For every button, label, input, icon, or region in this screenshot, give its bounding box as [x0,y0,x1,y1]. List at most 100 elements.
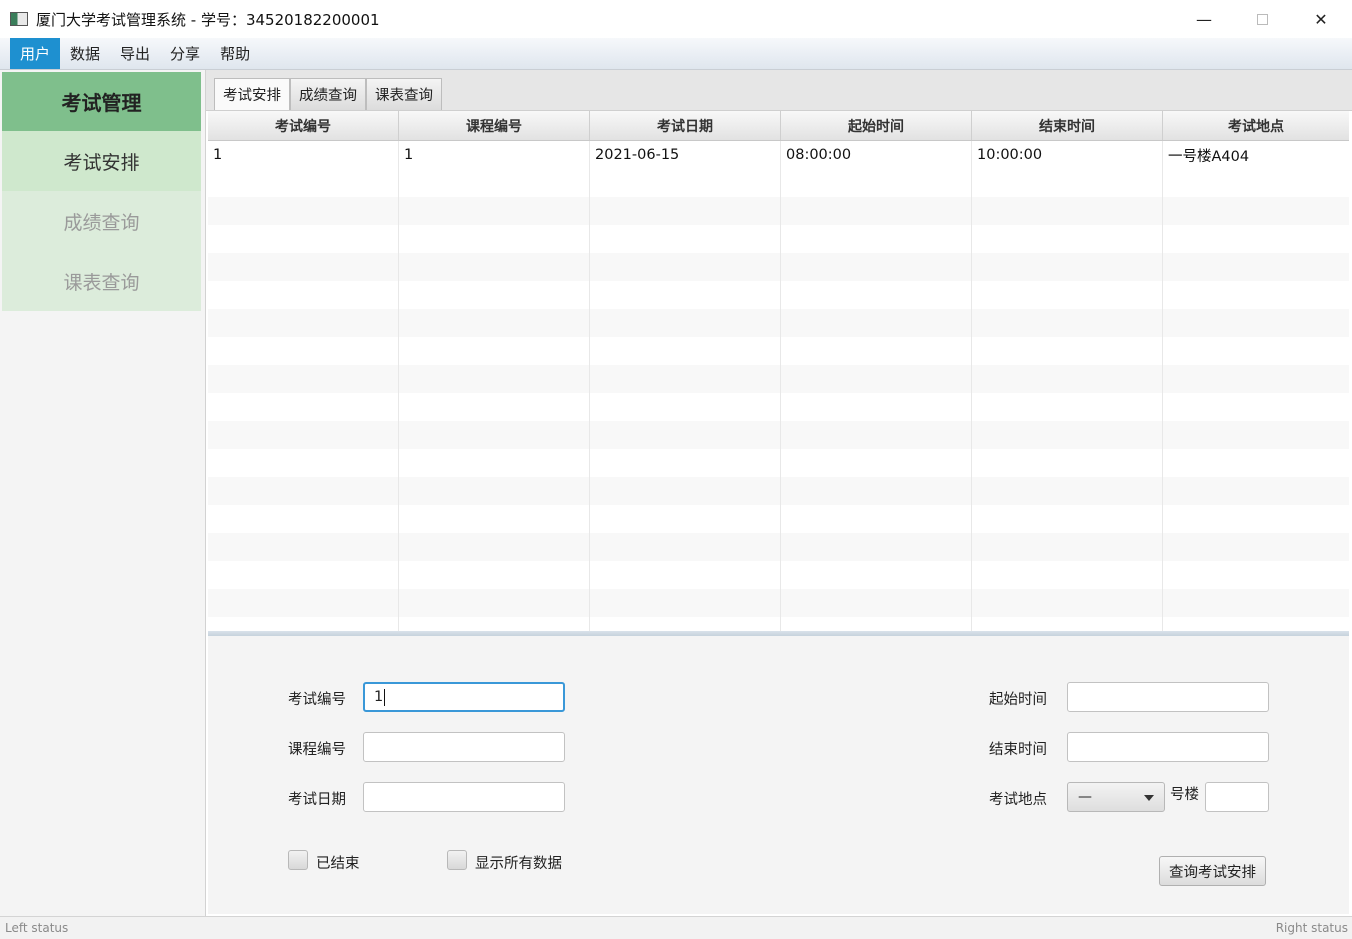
tab-bar: 考试安排 成绩查询 课表查询 [206,70,1352,111]
column-header[interactable]: 起始时间 [781,111,972,140]
column-header[interactable]: 结束时间 [972,111,1163,140]
table-cell [208,393,399,421]
close-button[interactable]: ✕ [1292,0,1350,38]
column-header[interactable]: 课程编号 [399,111,590,140]
ended-checkbox[interactable] [288,850,308,870]
table-cell [590,589,781,617]
room-input[interactable] [1205,782,1269,812]
table-cell [1163,505,1349,533]
menu-data[interactable]: 数据 [60,38,110,69]
table-cell: 10:00:00 [972,141,1163,169]
table-cell [590,561,781,589]
table-cell [399,365,590,393]
table-row-empty[interactable] [208,449,1349,477]
course-id-input[interactable] [363,732,565,762]
building-select[interactable]: — [1067,782,1165,812]
table-cell [590,533,781,561]
menu-share[interactable]: 分享 [160,38,210,69]
menu-user[interactable]: 用户 [10,38,61,69]
table-cell [1163,169,1349,197]
table-cell [781,561,972,589]
exam-table[interactable]: 考试编号 课程编号 考试日期 起始时间 结束时间 考试地点 1 1 2021-0… [208,111,1349,631]
status-bar: Left status Right status [0,916,1352,939]
sidebar-item-timetable-query[interactable]: 课表查询 [2,251,201,311]
table-cell [781,449,972,477]
table-cell [590,225,781,253]
table-cell [781,421,972,449]
sidebar-item-exam-schedule[interactable]: 考试安排 [2,131,201,191]
end-time-input[interactable] [1067,732,1269,762]
table-row-empty[interactable] [208,281,1349,309]
table-cell: 2021-06-15 [590,141,781,169]
table-cell [208,253,399,281]
exam-id-value: 1 [374,689,384,705]
table-cell [590,253,781,281]
ended-label[interactable]: 已结束 [316,852,360,873]
table-cell [972,337,1163,365]
table-cell [781,505,972,533]
table-cell [399,533,590,561]
location-label: 考试地点 [989,792,1047,808]
table-cell [781,477,972,505]
table-cell [781,169,972,197]
table-cell [208,197,399,225]
table-cell [590,421,781,449]
tab-exam-schedule[interactable]: 考试安排 [214,78,290,110]
table-cell [208,533,399,561]
table-row[interactable]: 1 1 2021-06-15 08:00:00 10:00:00 一号楼A404 [208,141,1349,169]
table-cell [399,253,590,281]
sidebar-item-score-query[interactable]: 成绩查询 [2,191,201,251]
table-cell [781,589,972,617]
tab-timetable-query[interactable]: 课表查询 [366,78,442,110]
table-cell [590,365,781,393]
table-row-empty[interactable] [208,589,1349,617]
minimize-button[interactable]: — [1175,0,1233,38]
table-cell [1163,449,1349,477]
table-row-empty[interactable] [208,309,1349,337]
table-row-empty[interactable] [208,561,1349,589]
table-row-empty[interactable] [208,393,1349,421]
column-header[interactable]: 考试编号 [208,111,399,140]
exam-date-input[interactable] [363,782,565,812]
query-exam-schedule-button[interactable]: 查询考试安排 [1159,856,1266,886]
close-icon: ✕ [1314,9,1328,29]
table-cell [399,197,590,225]
table-cell: 08:00:00 [781,141,972,169]
exam-id-input[interactable]: 1 [363,682,565,712]
show-all-label[interactable]: 显示所有数据 [475,852,562,873]
table-row-empty[interactable] [208,421,1349,449]
table-cell [1163,253,1349,281]
column-header[interactable]: 考试地点 [1163,111,1349,140]
table-cell [590,197,781,225]
table-cell [590,477,781,505]
menu-export[interactable]: 导出 [110,38,160,69]
table-row-empty[interactable] [208,169,1349,197]
start-time-input[interactable] [1067,682,1269,712]
table-cell [972,281,1163,309]
table-row-empty[interactable] [208,477,1349,505]
table-row-empty[interactable] [208,617,1349,631]
course-id-label: 课程编号 [288,742,346,758]
tab-score-query[interactable]: 成绩查询 [290,78,366,110]
table-row-empty[interactable] [208,365,1349,393]
table-cell [208,365,399,393]
table-cell [208,337,399,365]
table-cell [781,337,972,365]
table-row-empty[interactable] [208,253,1349,281]
table-row-empty[interactable] [208,505,1349,533]
table-cell [972,393,1163,421]
table-cell [972,169,1163,197]
menu-help[interactable]: 帮助 [210,38,260,69]
table-cell [399,421,590,449]
show-all-checkbox[interactable] [447,850,467,870]
maximize-button[interactable] [1233,0,1291,38]
table-row-empty[interactable] [208,197,1349,225]
table-row-empty[interactable] [208,337,1349,365]
sidebar-header: 考试管理 [2,72,201,131]
table-row-empty[interactable] [208,533,1349,561]
table-cell [1163,533,1349,561]
column-header[interactable]: 考试日期 [590,111,781,140]
table-cell: 1 [208,141,399,169]
table-cell [590,309,781,337]
table-row-empty[interactable] [208,225,1349,253]
